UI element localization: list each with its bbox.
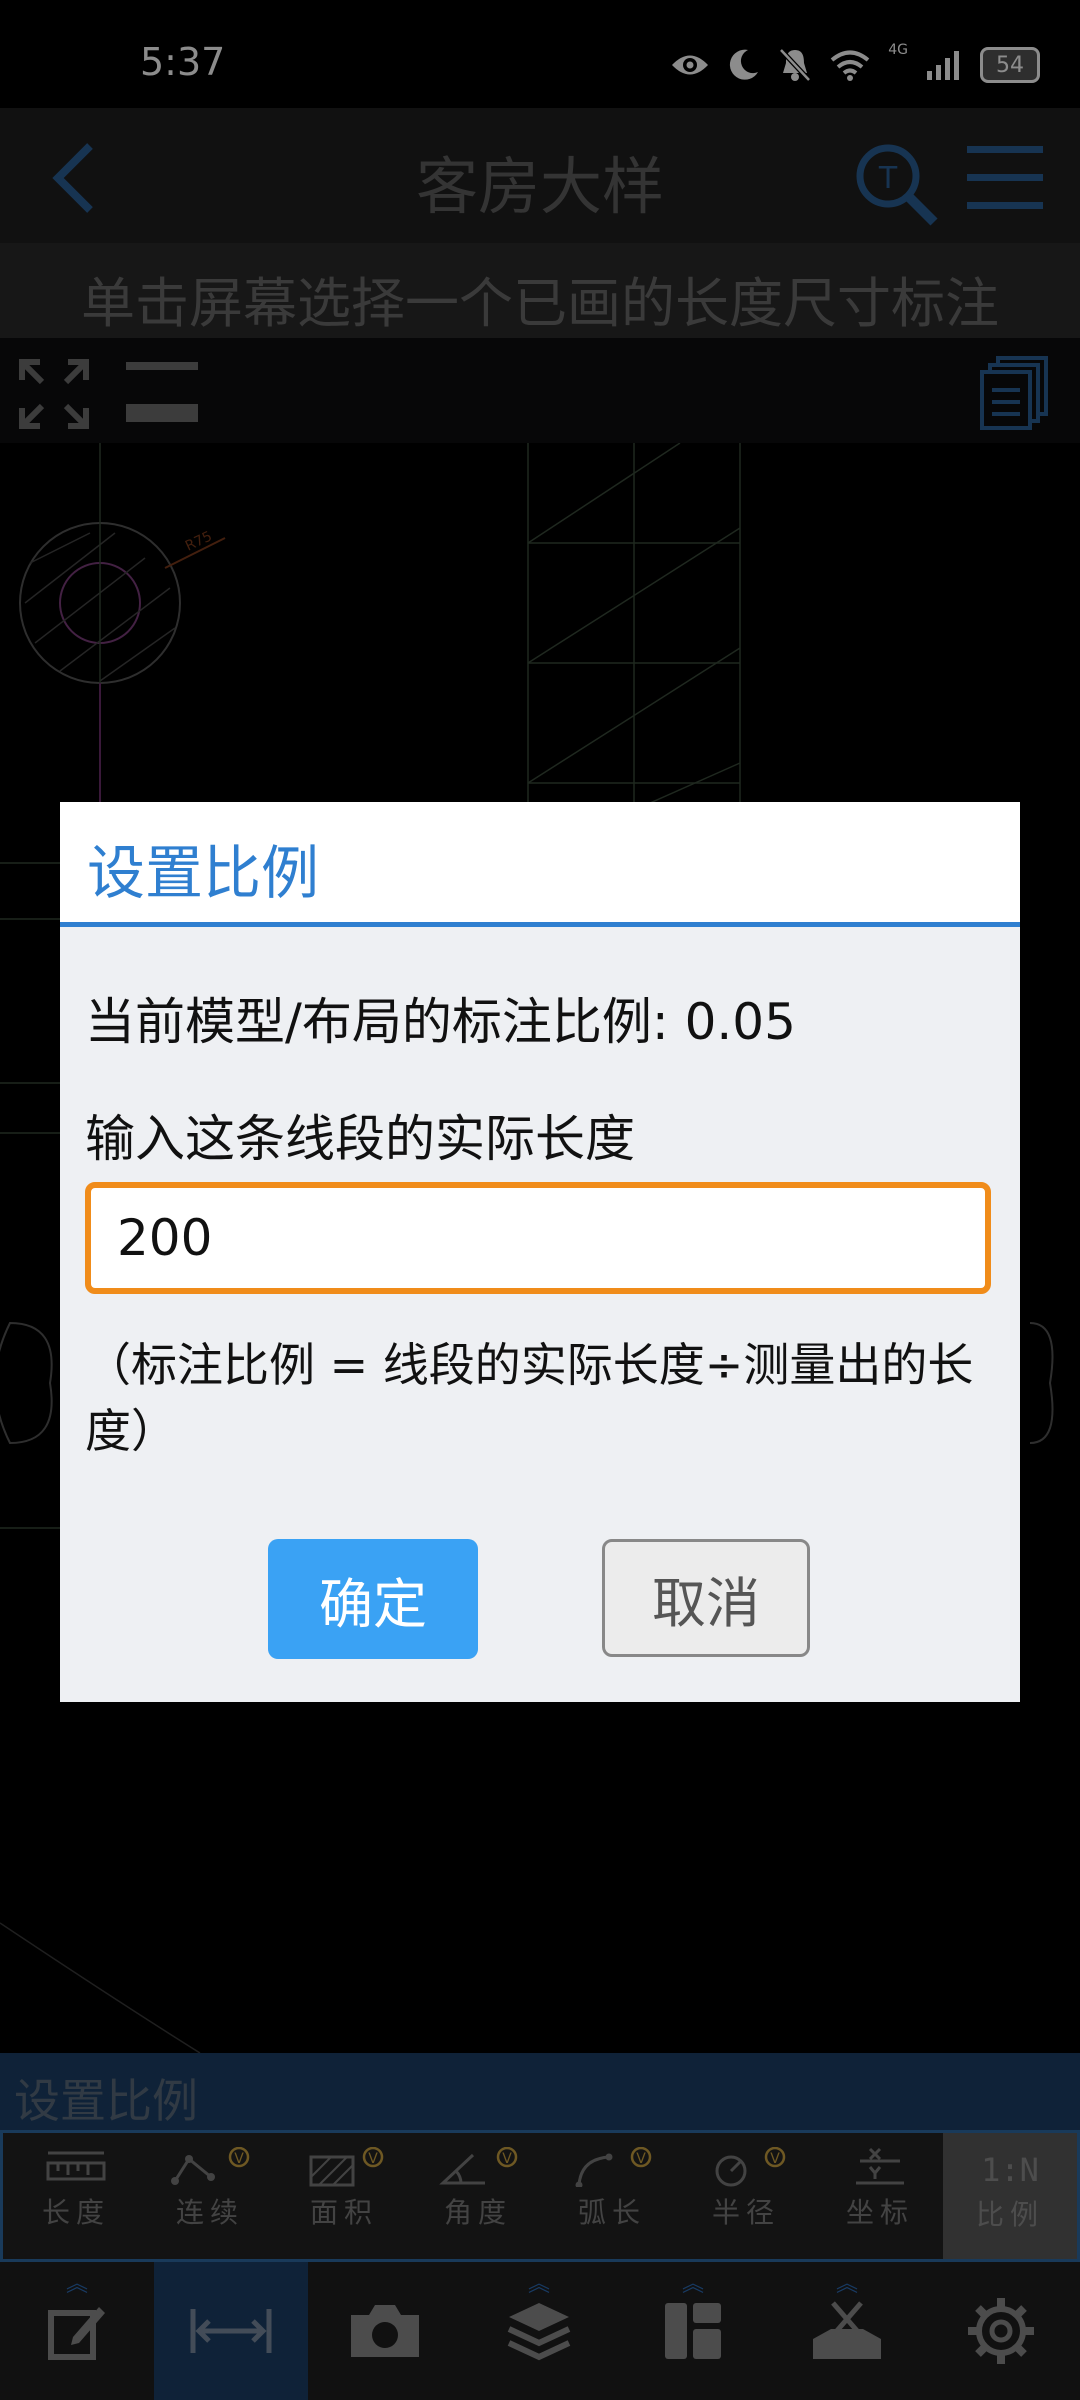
dialog-title: 设置比例 <box>87 839 320 907</box>
cancel-button[interactable]: 取消 <box>602 1539 810 1657</box>
scale-formula-text: （标注比例 = 线段的实际长度÷测量出的长度） <box>85 1338 974 1458</box>
actual-length-input[interactable] <box>85 1182 991 1294</box>
length-input-label: 输入这条线段的实际长度 <box>85 1110 635 1168</box>
set-scale-dialog: 设置比例 当前模型/布局的标注比例: 0.05 输入这条线段的实际长度 （标注比… <box>60 802 1020 1702</box>
confirm-button[interactable]: 确定 <box>268 1539 478 1659</box>
dialog-header: 设置比例 <box>60 802 1020 927</box>
current-scale-text: 当前模型/布局的标注比例: 0.05 <box>85 993 796 1051</box>
